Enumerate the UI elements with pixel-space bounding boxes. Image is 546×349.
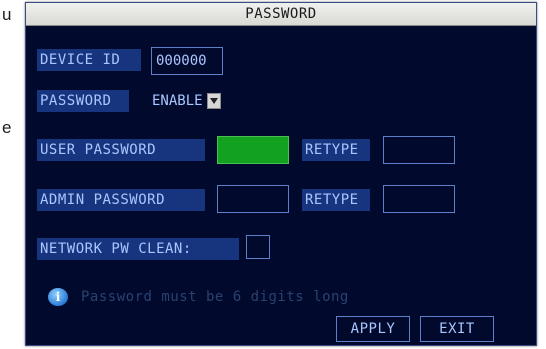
admin-password-retype-label: RETYPE [302, 189, 370, 211]
background-text-fragment: u [2, 5, 12, 24]
password-label: PASSWORD [37, 90, 129, 112]
admin-password-retype-field[interactable] [383, 185, 455, 213]
apply-button[interactable]: APPLY [336, 316, 410, 342]
exit-button[interactable]: EXIT [420, 316, 494, 342]
info-icon: i [48, 288, 68, 306]
user-password-field[interactable] [217, 136, 289, 164]
info-message: Password must be 6 digits long [81, 289, 349, 305]
dialog-title-bar: PASSWORD [26, 3, 536, 26]
admin-password-label: ADMIN PASSWORD [37, 189, 205, 211]
user-password-label: USER PASSWORD [37, 139, 205, 161]
password-dialog: PASSWORD DEVICE ID 000000 PASSWORD ENABL… [25, 2, 537, 346]
user-password-retype-field[interactable] [383, 136, 455, 164]
device-id-field[interactable]: 000000 [151, 47, 223, 75]
network-pw-clean-checkbox[interactable] [246, 235, 270, 259]
password-select-value: ENABLE [152, 93, 203, 109]
network-pw-clean-label: NETWORK PW CLEAN: [37, 238, 239, 260]
user-password-retype-label: RETYPE [302, 139, 370, 161]
dialog-title: PASSWORD [245, 6, 317, 22]
admin-password-field[interactable] [217, 185, 289, 213]
dropdown-arrow-icon[interactable] [206, 93, 221, 109]
background-text-fragment: e [2, 118, 12, 137]
password-select[interactable]: ENABLE [152, 90, 221, 112]
device-id-label: DEVICE ID [37, 49, 141, 71]
